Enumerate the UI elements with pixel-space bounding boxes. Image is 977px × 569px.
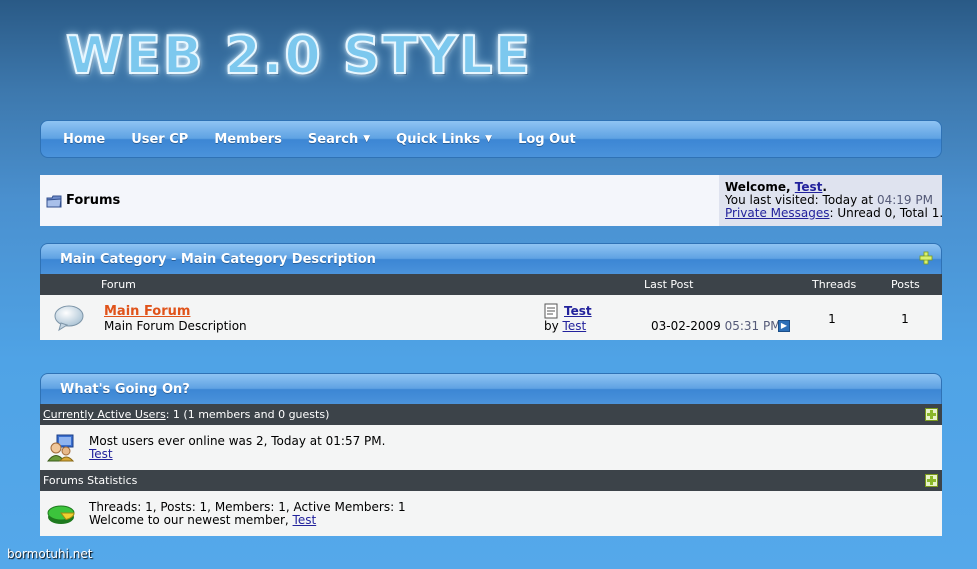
watermark: bormotuhi.net (7, 547, 93, 561)
expand-plus-icon[interactable] (925, 474, 938, 487)
breadcrumb-panel: Forums Welcome, Test. You last visited: … (40, 175, 944, 226)
threads-count: 1 (828, 312, 836, 326)
chevron-down-icon: ▼ (485, 134, 493, 144)
lastpost-time: 05:31 PM (724, 319, 781, 333)
welcome-suffix: . (822, 180, 827, 194)
lastpost-date-value: 03-02-2009 (651, 319, 721, 333)
welcome-prefix: Welcome, (725, 180, 795, 194)
page-title: Forums (66, 193, 121, 208)
active-users-info: Most users ever online was 2, Today at 0… (89, 435, 385, 461)
forum-home-icon[interactable] (46, 194, 62, 208)
posts-count: 1 (901, 312, 909, 326)
col-posts: Posts (891, 278, 920, 291)
forum-description: Main Forum Description (104, 319, 247, 333)
whats-going-on-title: What's Going On? (60, 381, 190, 397)
welcome-box: Welcome, Test. You last visited: Today a… (719, 175, 944, 226)
category-header: Main Category - Main Category Descriptio… (40, 243, 942, 274)
pie-chart-icon (47, 505, 75, 524)
forum-column-headers: Forum Last Post Threads Posts (40, 274, 942, 295)
most-online-text: Most users ever online was 2, Today at 0… (89, 434, 386, 448)
lastpost-date: 03-02-2009 05:31 PM (651, 319, 781, 333)
nav-members[interactable]: Members (214, 132, 282, 147)
welcome-user-link[interactable]: Test (795, 180, 823, 194)
forum-stats-bar: Forums Statistics (40, 470, 942, 491)
private-messages-link[interactable]: Private Messages (725, 206, 830, 220)
nav-quicklinks[interactable]: Quick Links ▼ (396, 132, 492, 147)
newest-member-label: Welcome to our newest member, (89, 513, 293, 527)
lastpost-by: by Test (544, 319, 586, 333)
table-row: Main Forum Main Forum Description Test b… (40, 295, 942, 340)
chevron-down-icon: ▼ (363, 134, 371, 144)
active-users-row: Most users ever online was 2, Today at 0… (40, 425, 942, 470)
users-online-icon (47, 434, 75, 462)
nav-usercp[interactable]: User CP (131, 132, 188, 147)
nav-search[interactable]: Search ▼ (308, 132, 370, 147)
lastpost-by-label: by (544, 319, 563, 333)
main-navbar: Home User CP Members Search ▼ Quick Links… (40, 120, 942, 158)
breadcrumb: Forums (40, 175, 719, 226)
lastpost-user-link[interactable]: Test (563, 319, 587, 333)
last-visited-label: You last visited: Today at (725, 193, 877, 207)
newest-member-link[interactable]: Test (293, 513, 317, 527)
pm-status: : Unread 0, Total 1. (829, 206, 944, 220)
collapse-plus-icon[interactable] (919, 251, 933, 265)
nav-logout[interactable]: Log Out (518, 132, 576, 147)
forum-stats-info: Threads: 1, Posts: 1, Members: 1, Active… (89, 501, 406, 527)
active-user-link[interactable]: Test (89, 447, 113, 461)
forum-stats-label: Forums Statistics (43, 474, 138, 487)
active-users-link[interactable]: Currently Active Users (43, 408, 166, 421)
active-users-count: : 1 (1 members and 0 guests) (165, 408, 330, 421)
lastpost-thread-link[interactable]: Test (564, 304, 592, 318)
nav-home[interactable]: Home (63, 132, 105, 147)
forum-status-bubble-icon (54, 305, 84, 332)
col-lastpost: Last Post (644, 278, 694, 291)
last-visited-time: 04:19 PM (876, 193, 933, 207)
forum-link-main-forum[interactable]: Main Forum (104, 304, 190, 319)
forum-stats-row: Threads: 1, Posts: 1, Members: 1, Active… (40, 491, 942, 536)
col-forum: Forum (101, 278, 136, 291)
nav-search-label: Search (307, 131, 359, 147)
active-users-bar: Currently Active Users: 1 (1 members and… (40, 404, 942, 425)
nav-quicklinks-label: Quick Links (396, 131, 481, 147)
whats-going-on-header: What's Going On? (40, 373, 942, 404)
col-threads: Threads (812, 278, 857, 291)
expand-plus-icon[interactable] (925, 408, 938, 421)
goto-lastpost-icon[interactable]: ▶ (778, 320, 790, 332)
post-document-icon (544, 303, 558, 319)
site-logo[interactable]: WEB 2.0 STYLE (65, 25, 532, 87)
category-title[interactable]: Main Category - Main Category Descriptio… (60, 252, 376, 267)
